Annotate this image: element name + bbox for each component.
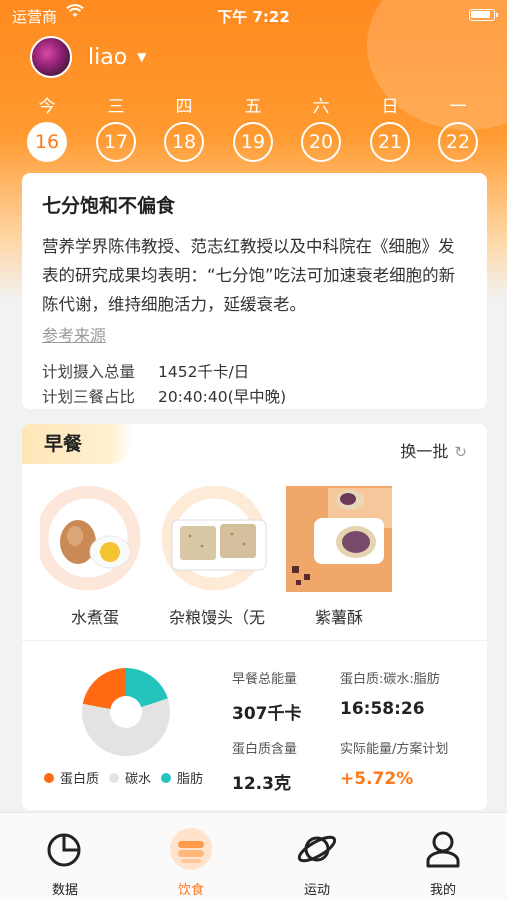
plan-total-value: 1452千卡/日 (158, 363, 250, 381)
legend-fat: 脂肪 (161, 768, 203, 787)
tip-title: 七分饱和不偏食 (42, 195, 176, 217)
stat-label: 实际能量/方案计划 (340, 742, 449, 757)
avatar[interactable] (30, 36, 72, 78)
legend-dot (109, 772, 120, 783)
bowl-icon[interactable] (169, 827, 213, 871)
food-item[interactable]: 水煮蛋 (35, 485, 150, 636)
plan-total-label: 计划摄入总量 (42, 363, 136, 381)
planet-icon[interactable] (295, 827, 339, 871)
stat-energy: 早餐总能量 307千卡 (232, 668, 302, 724)
tab-mine[interactable]: 我的 (403, 827, 483, 898)
day-17[interactable]: 三 17 (93, 96, 139, 162)
tab-data[interactable]: 数据 (25, 827, 105, 898)
diet-tip-card: 七分饱和不偏食 营养学界陈伟教授、范志红教授以及中科院在《细胞》发表的研究成果均… (22, 173, 487, 409)
stat-value: 12.3克 (232, 774, 291, 794)
weekday-label: 今 (38, 97, 56, 117)
person-icon[interactable] (421, 827, 465, 871)
stat-label: 蛋白质含量 (232, 742, 298, 757)
battery-icon (469, 9, 498, 21)
food-list: 水煮蛋 杂粮馒头（无 紫薯酥 (35, 485, 480, 636)
refresh-button[interactable]: 换一批 ↻ (400, 438, 467, 462)
day-19[interactable]: 五 19 (230, 96, 276, 162)
plan-ratio-value: 20:40:40(早中晚) (158, 388, 287, 406)
weekday-label: 五 (244, 97, 262, 117)
status-bar: 运营商 下午 7:22 (0, 0, 507, 30)
weekday-label: 六 (312, 97, 330, 117)
breakfast-card: 早餐 换一批 ↻ 水煮蛋 杂粮馒头（无 紫薯酥 蛋白质 碳水 脂肪 早餐总能量 … (22, 424, 487, 810)
legend-label: 蛋白质 (60, 772, 100, 787)
stat-label: 蛋白质:碳水:脂肪 (340, 672, 440, 687)
stat-value: 16:58:26 (340, 699, 425, 719)
tab-label[interactable]: 数据 (25, 879, 105, 898)
nutrition-pie-chart (82, 668, 170, 756)
weekday-label: 四 (175, 97, 193, 117)
refresh-label[interactable]: 换一批 (400, 442, 448, 461)
username[interactable]: liao (88, 45, 127, 70)
boiled-egg-image[interactable] (35, 485, 150, 594)
meal-title: 早餐 (22, 424, 132, 464)
weekday-label: 三 (107, 97, 125, 117)
food-name: 杂粮馒头（无 (168, 608, 265, 627)
day-18[interactable]: 四 18 (161, 96, 207, 162)
plan-summary: 计划摄入总量 1452千卡/日 计划三餐占比 20:40:40(早中晚) (42, 360, 467, 410)
week-selector: 今 16 三 17 四 18 五 19 六 20 日 21 一 22 (24, 96, 484, 166)
tab-exercise[interactable]: 运动 (277, 827, 357, 898)
legend-protein: 蛋白质 (44, 768, 99, 787)
stat-protein: 蛋白质含量 12.3克 (232, 738, 297, 794)
tab-label[interactable]: 运动 (277, 879, 357, 898)
plan-ratio-label: 计划三餐占比 (42, 388, 136, 406)
legend-label: 脂肪 (177, 772, 204, 787)
purple-yam-pastry-image[interactable] (284, 486, 394, 594)
divider (22, 640, 487, 641)
steamed-bun-image[interactable] (161, 485, 272, 594)
day-number[interactable]: 22 (438, 122, 478, 162)
legend-carb: 碳水 (109, 768, 151, 787)
clock: 下午 7:22 (217, 8, 290, 26)
day-number[interactable]: 20 (301, 122, 341, 162)
stat-label: 早餐总能量 (232, 672, 298, 687)
food-item[interactable]: 杂粮馒头（无 (161, 485, 272, 636)
weekday-label: 一 (449, 97, 467, 117)
stat-value: +5.72% (340, 769, 414, 789)
caret-down-icon[interactable]: ▼ (137, 50, 146, 64)
stat-ratio: 蛋白质:碳水:脂肪 16:58:26 (340, 668, 440, 719)
reference-link[interactable]: 参考来源 (42, 322, 106, 346)
tab-label[interactable]: 饮食 (151, 879, 231, 898)
legend-dot (161, 772, 172, 783)
day-22[interactable]: 一 22 (435, 96, 481, 162)
food-item[interactable]: 紫薯酥 (284, 486, 394, 636)
pie-chart-icon[interactable] (43, 827, 87, 871)
day-number[interactable]: 17 (96, 122, 136, 162)
tab-label[interactable]: 我的 (403, 879, 483, 898)
stat-plan-diff: 实际能量/方案计划 +5.72% (340, 738, 448, 789)
legend-label: 碳水 (125, 772, 152, 787)
day-21[interactable]: 日 21 (367, 96, 413, 162)
tip-body: 营养学界陈伟教授、范志红教授以及中科院在《细胞》发表的研究成果均表明：“七分饱”… (42, 237, 456, 314)
day-number[interactable]: 18 (164, 122, 204, 162)
legend-dot (44, 772, 54, 783)
food-name: 水煮蛋 (70, 608, 119, 627)
day-20[interactable]: 六 20 (298, 96, 344, 162)
user-switcher[interactable]: liao ▼ (30, 35, 146, 79)
stat-value: 307千卡 (232, 704, 302, 724)
day-number[interactable]: 19 (233, 122, 273, 162)
day-number[interactable]: 21 (370, 122, 410, 162)
day-16[interactable]: 今 16 (24, 96, 70, 162)
weekday-label: 日 (381, 97, 399, 117)
tab-bar: 数据 饮食 运动 我的 (0, 812, 507, 900)
day-number[interactable]: 16 (27, 122, 67, 162)
tab-diet[interactable]: 饮食 (151, 827, 231, 898)
food-name: 紫薯酥 (314, 608, 363, 627)
pie-legend: 蛋白质 碳水 脂肪 (44, 768, 213, 787)
refresh-icon[interactable]: ↻ (454, 443, 467, 461)
pie-hole (110, 696, 142, 728)
